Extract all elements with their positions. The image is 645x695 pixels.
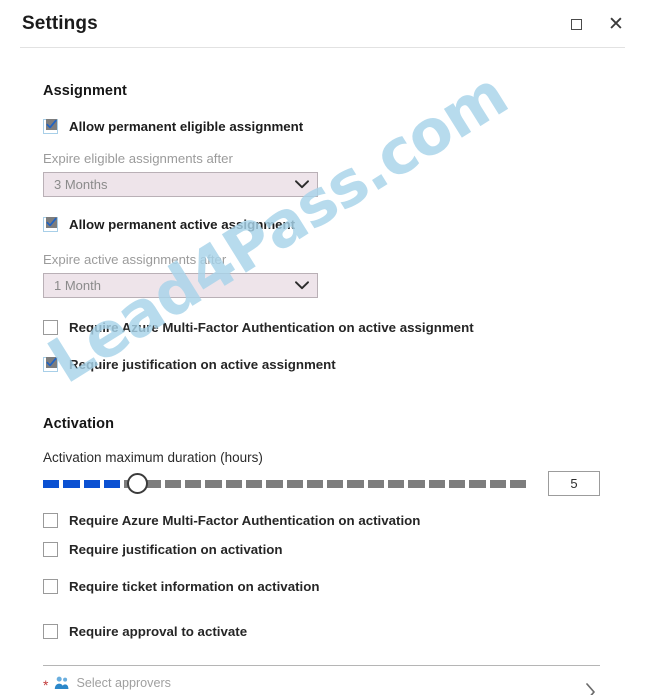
checkbox-unchecked-icon (43, 320, 58, 335)
checkbox-unchecked-icon (43, 579, 58, 594)
slider-tick (63, 479, 80, 488)
require-justification-active-assignment-checkbox[interactable]: Require justification on active assignme… (43, 357, 625, 372)
settings-content: Assignment Allow permanent eligible assi… (0, 83, 645, 695)
assignment-heading: Assignment (43, 83, 127, 99)
slider-tick (428, 479, 445, 488)
slider-tick (489, 479, 506, 488)
header-divider (20, 47, 625, 48)
chevron-right-icon (585, 682, 600, 695)
slider-tick (469, 479, 486, 488)
require-ticket-information-activation-checkbox[interactable]: Require ticket information on activation (43, 579, 625, 594)
select-approvers-row[interactable]: * Select approvers No member or group se… (43, 666, 600, 695)
checkbox-checked-icon (43, 217, 58, 232)
slider-track-ticks (43, 479, 527, 488)
activation-heading: Activation (43, 416, 115, 432)
allow-permanent-eligible-assignment-checkbox[interactable]: Allow permanent eligible assignment (43, 119, 625, 134)
close-x-icon: ✕ (608, 12, 624, 35)
checkmark-icon (46, 217, 57, 228)
checkbox-label: Require approval to activate (69, 624, 248, 639)
checkbox-label: Require Azure Multi-Factor Authenticatio… (69, 320, 474, 335)
expire-eligible-assignments-label: Expire eligible assignments after (43, 151, 233, 166)
checkbox-label: Require justification on active assignme… (69, 357, 336, 372)
select-approvers-label: Select approvers (76, 676, 171, 690)
slider-tick (164, 479, 182, 488)
chevron-down-icon (295, 277, 309, 295)
dropdown-value: 1 Month (54, 278, 101, 293)
slider-tick (245, 479, 263, 488)
require-mfa-activation-checkbox[interactable]: Require Azure Multi-Factor Authenticatio… (43, 513, 625, 528)
checkmark-icon (46, 119, 57, 130)
expire-active-assignments-label: Expire active assignments after (43, 252, 227, 267)
maximize-button[interactable] (565, 13, 587, 35)
checkbox-unchecked-icon (43, 542, 58, 557)
select-approvers-header: * Select approvers (43, 675, 585, 693)
checkmark-icon (46, 357, 57, 368)
require-justification-activation-checkbox[interactable]: Require justification on activation (43, 542, 625, 557)
slider-tick (185, 479, 202, 488)
activation-duration-label: Activation maximum duration (hours) (43, 450, 263, 465)
slider-tick (83, 479, 100, 488)
require-mfa-active-assignment-checkbox[interactable]: Require Azure Multi-Factor Authenticatio… (43, 320, 625, 335)
slider-tick (103, 479, 121, 488)
expire-eligible-assignments-dropdown[interactable]: 3 Months (43, 172, 318, 197)
require-approval-to-activate-checkbox[interactable]: Require approval to activate (43, 624, 625, 639)
checkbox-unchecked-icon (43, 513, 58, 528)
window-controls: ✕ (565, 13, 627, 35)
expire-active-assignments-dropdown[interactable]: 1 Month (43, 273, 318, 298)
slider-tick (388, 479, 405, 488)
slider-tick (43, 479, 60, 488)
checkbox-unchecked-icon (43, 624, 58, 639)
slider-thumb[interactable] (127, 472, 148, 494)
checkbox-checked-icon (43, 119, 58, 134)
slider-tick (286, 479, 303, 488)
dropdown-value: 3 Months (54, 177, 108, 192)
slider-tick (367, 479, 385, 488)
checkbox-label: Require ticket information on activation (69, 579, 320, 594)
slider-tick (347, 479, 364, 488)
slider-tick (327, 479, 344, 488)
activation-duration-slider-row: 5 (43, 471, 625, 496)
slider-tick (225, 479, 242, 488)
activation-duration-value[interactable]: 5 (548, 471, 600, 496)
chevron-down-icon (295, 176, 309, 194)
checkbox-checked-icon (43, 357, 58, 372)
checkbox-label: Require justification on activation (69, 542, 283, 557)
settings-panel: Settings ✕ Assignment Allow permanent el… (0, 0, 645, 695)
slider-tick (266, 479, 283, 488)
page-title: Settings (22, 13, 98, 34)
checkbox-label: Require Azure Multi-Factor Authenticatio… (69, 513, 421, 528)
checkbox-label: Allow permanent active assignment (69, 217, 296, 232)
slider-tick (509, 479, 527, 488)
maximize-square-icon (570, 18, 582, 30)
checkbox-label: Allow permanent eligible assignment (69, 119, 304, 134)
activation-duration-slider[interactable] (43, 472, 527, 495)
slider-tick (306, 479, 324, 488)
slider-tick (448, 479, 466, 488)
people-group-icon (55, 676, 69, 689)
allow-permanent-active-assignment-checkbox[interactable]: Allow permanent active assignment (43, 217, 625, 232)
select-approvers-texts: * Select approvers No member or group se… (43, 675, 585, 695)
close-button[interactable]: ✕ (605, 13, 627, 35)
required-asterisk-icon: * (43, 677, 49, 693)
title-bar: Settings ✕ (0, 0, 645, 48)
slider-tick (205, 479, 222, 488)
slider-tick (408, 479, 425, 488)
